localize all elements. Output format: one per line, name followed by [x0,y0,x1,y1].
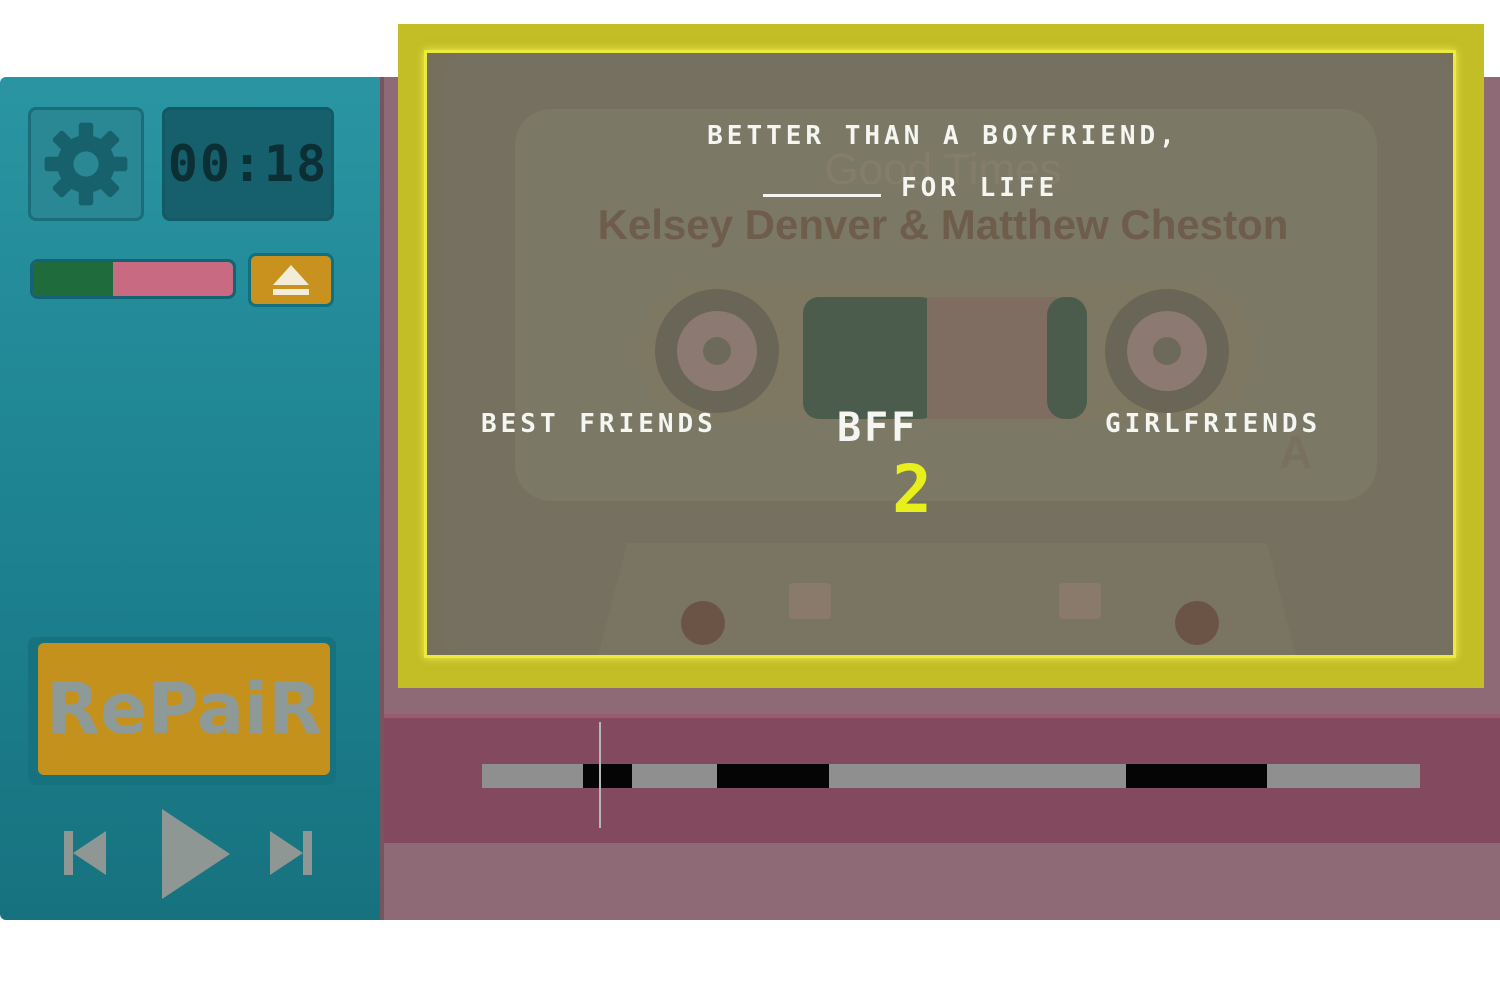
eject-button[interactable] [248,253,334,307]
option-right[interactable]: Girlfriends [1105,409,1321,439]
question-line-2: for life [763,173,1058,203]
timer-display: 00:18 [162,107,334,221]
timeline-segment [1126,764,1268,788]
skip-forward-icon[interactable] [266,827,316,879]
tape-artist: Kelsey Denver & Matthew Cheston [597,201,1289,248]
repair-button[interactable]: RePaiR [28,637,336,785]
skip-back-icon[interactable] [60,827,110,879]
timeline-track[interactable] [482,764,1420,788]
eject-icon [273,265,309,295]
health-bar [30,259,236,299]
settings-button[interactable] [28,107,144,221]
health-bar-fill [33,262,113,296]
countdown: 2 [892,451,932,528]
playhead[interactable] [599,722,602,828]
option-left[interactable]: Best friends [481,409,717,439]
option-center[interactable]: BFF [837,405,918,451]
control-panel: 00:18 RePaiR [0,77,380,920]
gear-icon [44,122,128,206]
timeline-segment [583,764,633,788]
question-line-1: Better than a boyfriend, [707,121,1179,151]
answer-blank [763,194,881,197]
quiz-screen: Good Times Kelsey Denver & Matthew Chest… [424,50,1456,658]
play-icon[interactable] [158,807,232,901]
question-line-2-text: for life [901,173,1059,203]
timeline-segment [716,764,830,788]
repair-button-label: RePaiR [38,643,330,775]
